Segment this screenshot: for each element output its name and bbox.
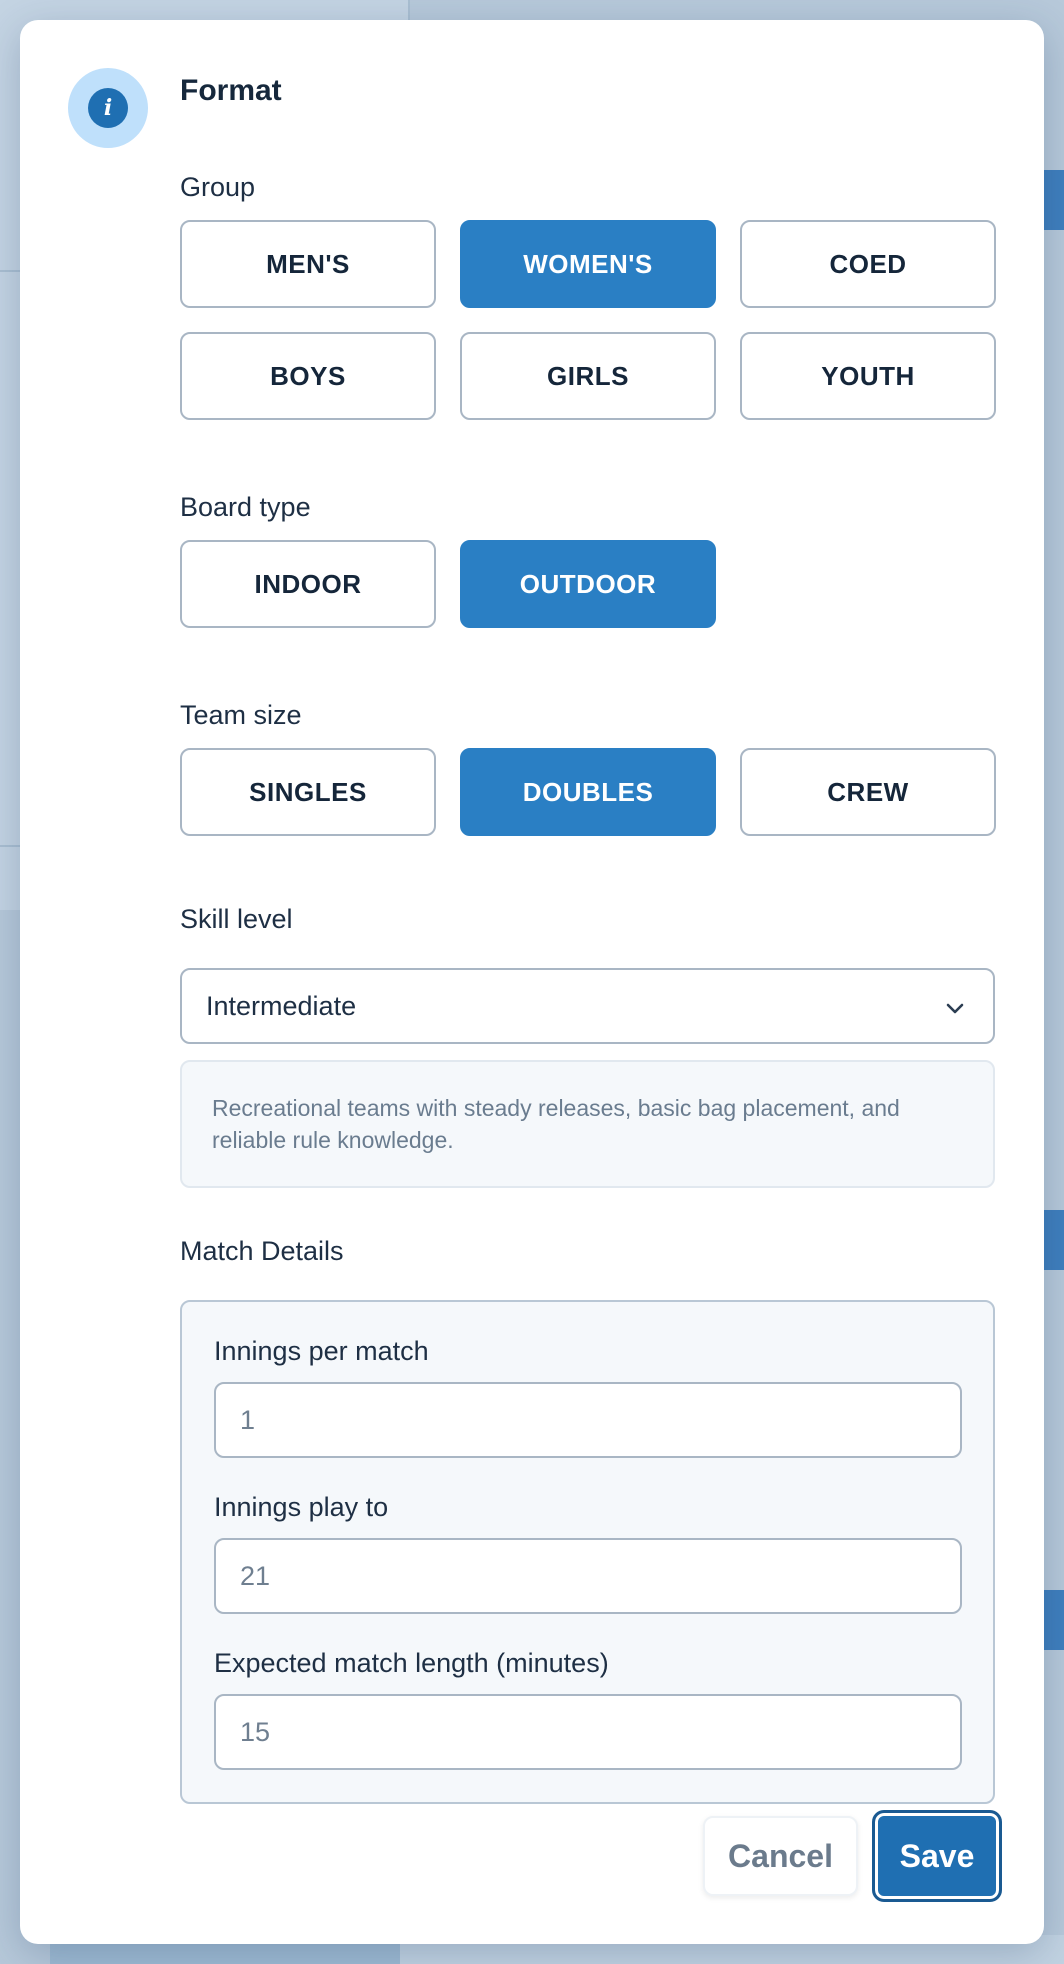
team-size-option-singles[interactable]: SINGLES [180, 748, 436, 836]
format-dialog: i Format Group MEN'S WOMEN'S COED BOYS G… [20, 20, 1044, 1944]
skill-level-select[interactable]: Intermediate [180, 968, 995, 1044]
match-details-panel: Innings per match Innings play to Expect… [180, 1300, 995, 1804]
cancel-button[interactable]: Cancel [703, 1816, 858, 1896]
info-badge: i [68, 68, 148, 148]
innings-per-match-label: Innings per match [214, 1336, 429, 1366]
group-option-coed[interactable]: COED [740, 220, 996, 308]
info-icon: i [88, 88, 128, 128]
expected-length-label: Expected match length (minutes) [214, 1648, 609, 1678]
innings-per-match-input[interactable] [214, 1382, 962, 1458]
group-option-girls[interactable]: GIRLS [460, 332, 716, 420]
save-button[interactable]: Save [872, 1810, 1002, 1902]
skill-level-label: Skill level [180, 904, 293, 934]
group-option-mens[interactable]: MEN'S [180, 220, 436, 308]
innings-play-to-input[interactable] [214, 1538, 962, 1614]
team-size-option-crew[interactable]: CREW [740, 748, 996, 836]
board-type-option-outdoor[interactable]: OUTDOOR [460, 540, 716, 628]
match-details-label: Match Details [180, 1236, 344, 1266]
team-size-option-doubles[interactable]: DOUBLES [460, 748, 716, 836]
skill-level-value: Intermediate [206, 990, 357, 1021]
team-size-label: Team size [180, 700, 302, 730]
innings-play-to-label: Innings play to [214, 1492, 389, 1522]
board-type-label: Board type [180, 492, 311, 522]
group-option-youth[interactable]: YOUTH [740, 332, 996, 420]
group-option-boys[interactable]: BOYS [180, 332, 436, 420]
board-type-option-indoor[interactable]: INDOOR [180, 540, 436, 628]
expected-length-input[interactable] [214, 1694, 962, 1770]
group-option-womens[interactable]: WOMEN'S [460, 220, 716, 308]
dialog-title: Format [180, 74, 282, 107]
chevron-down-icon [946, 1003, 964, 1014]
group-label: Group [180, 172, 256, 202]
skill-level-description: Recreational teams with steady releases,… [180, 1060, 995, 1188]
